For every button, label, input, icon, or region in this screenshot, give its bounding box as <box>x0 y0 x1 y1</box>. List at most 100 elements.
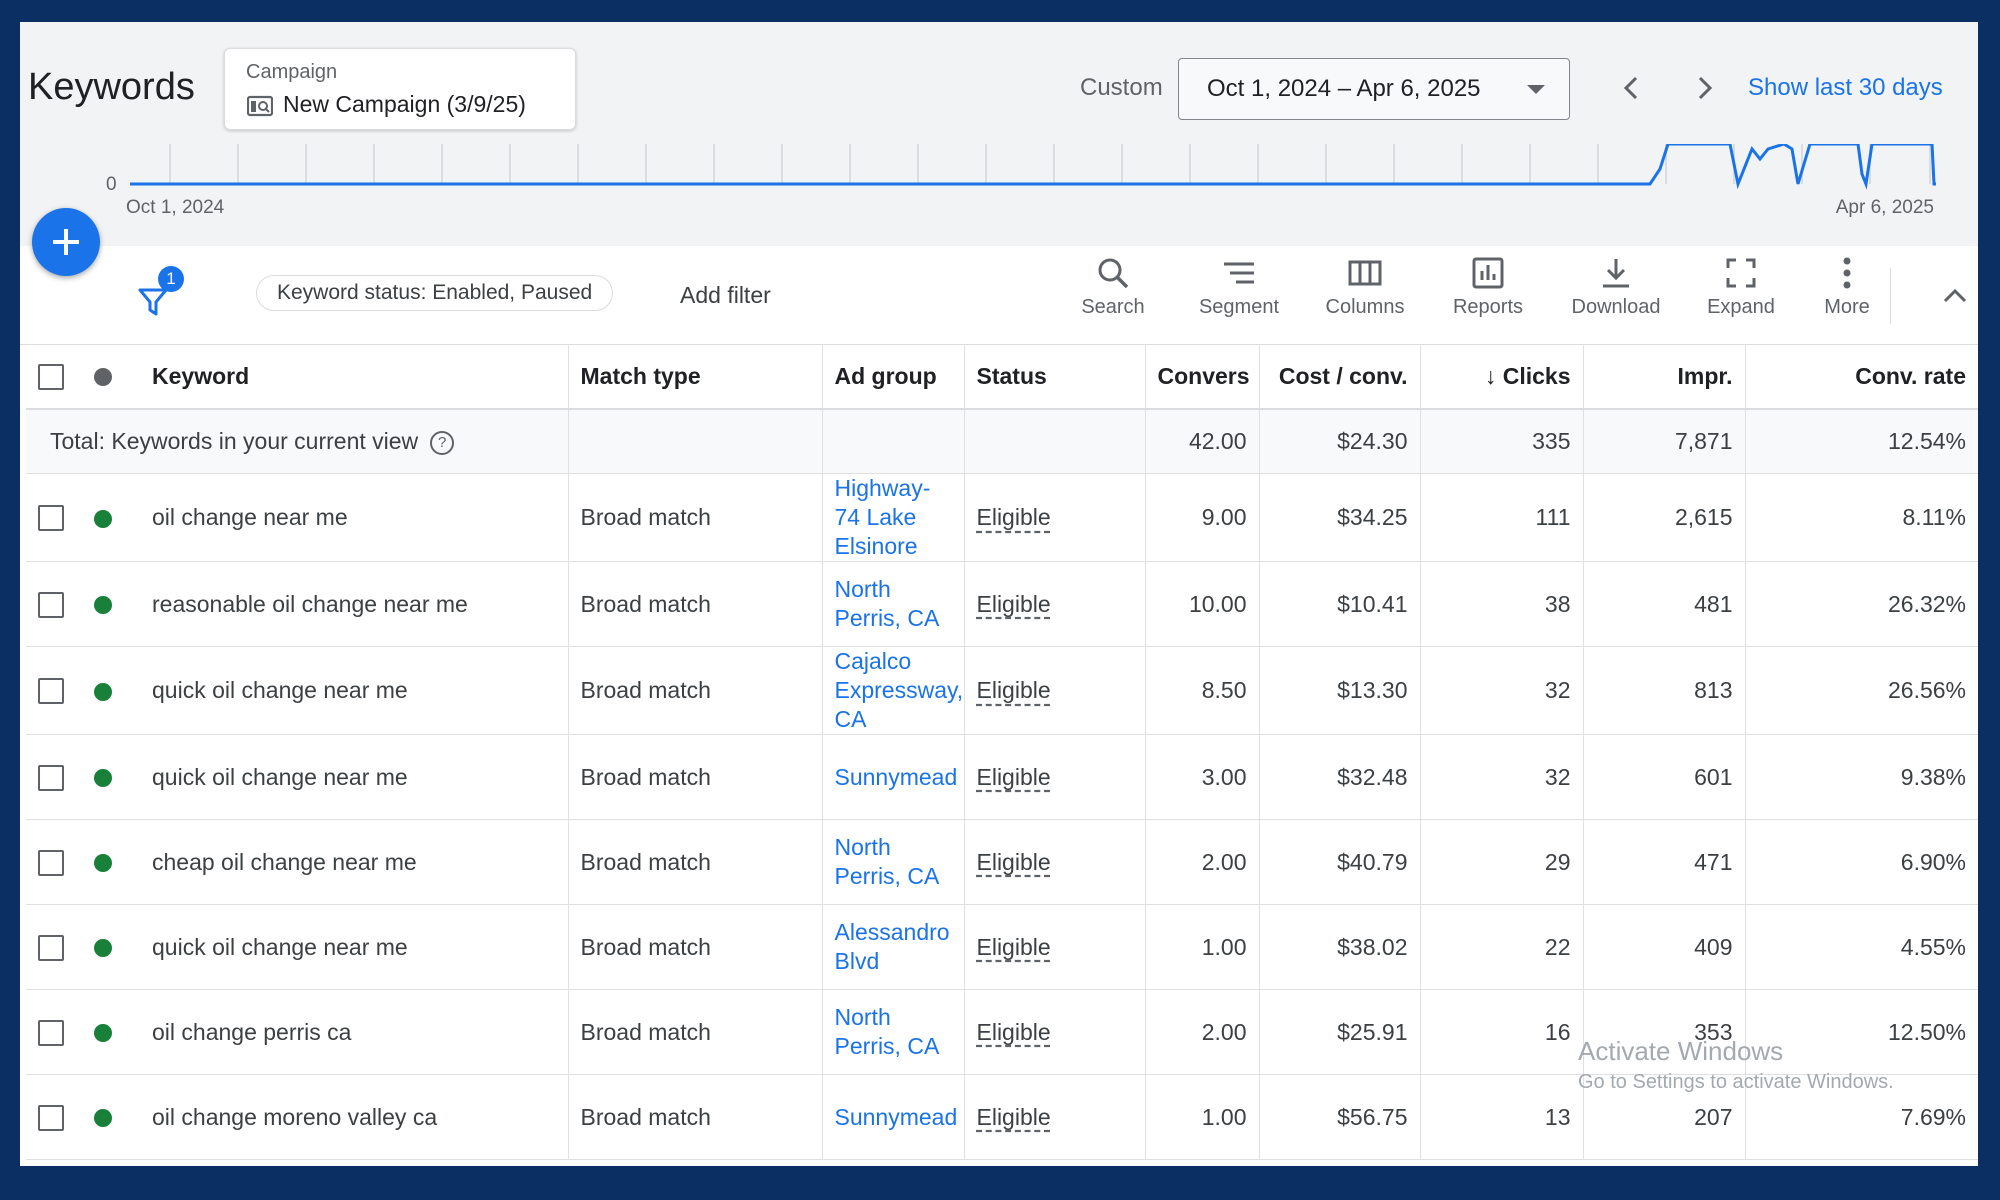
download-tool-button[interactable]: Download <box>1566 256 1666 319</box>
search-tool-button[interactable]: Search <box>1063 256 1163 319</box>
row-select-cell <box>26 904 82 990</box>
col-header-conversions[interactable]: Convers <box>1144 344 1259 410</box>
col-header-conv-rate[interactable]: Conv. rate <box>1744 344 1978 410</box>
select-all-checkbox[interactable] <box>38 363 64 390</box>
ad-group-link[interactable]: Highway-74 Lake Elsinore <box>835 475 931 559</box>
keyword-cell[interactable]: quick oil change near me <box>140 904 568 990</box>
help-icon[interactable]: ? <box>430 430 455 455</box>
status-eligible[interactable]: Eligible <box>977 677 1051 703</box>
more-tool-button[interactable]: More <box>1797 256 1897 319</box>
ad-group-link[interactable]: North Perris, CA <box>835 834 940 889</box>
row-select-cell <box>26 473 82 562</box>
col-header-clicks[interactable]: ↓ Clicks <box>1419 344 1583 410</box>
keywords-table-container: Keyword Match type Ad group Status Conve… <box>26 344 1978 1160</box>
conversions-cell: 10.00 <box>1144 561 1259 647</box>
status-eligible[interactable]: Eligible <box>977 504 1051 530</box>
ad-group-cell: Sunnymead <box>821 1074 964 1160</box>
match-type-cell: Broad match <box>567 989 822 1075</box>
expand-tool-button[interactable]: Expand <box>1691 256 1791 319</box>
filter-icon[interactable] <box>138 286 168 318</box>
total-label: Total: Keywords in your current view <box>50 428 419 454</box>
clicks-cell: 16 <box>1419 989 1583 1075</box>
ad-group-link[interactable]: Alessandro Blvd <box>835 919 950 974</box>
ad-group-link[interactable]: North Perris, CA <box>835 576 940 631</box>
columns-tool-button[interactable]: Columns <box>1315 256 1415 319</box>
cost-per-conv-cell: $56.75 <box>1258 1074 1420 1160</box>
row-checkbox[interactable] <box>38 591 64 618</box>
segment-tool-button[interactable]: Segment <box>1189 256 1289 319</box>
enabled-status-dot-icon[interactable] <box>94 854 112 873</box>
reports-tool-button[interactable]: Reports <box>1438 256 1538 319</box>
impr-cell: 601 <box>1582 734 1745 820</box>
ad-group-cell: Cajalco Expressway, CA <box>821 646 964 735</box>
ad-group-link[interactable]: Sunnymead <box>835 764 958 790</box>
table-row: quick oil change near me Broad match Caj… <box>26 646 1978 735</box>
row-checkbox[interactable] <box>38 1104 64 1131</box>
conv-rate-cell: 4.55% <box>1744 904 1978 990</box>
col-header-match-type[interactable]: Match type <box>567 344 822 410</box>
impr-cell: 409 <box>1582 904 1745 990</box>
enabled-status-dot-icon[interactable] <box>94 596 112 615</box>
ad-group-link[interactable]: Sunnymead <box>835 1104 958 1130</box>
ad-group-cell: Alessandro Blvd <box>821 904 964 990</box>
status-dot-icon[interactable] <box>94 368 112 387</box>
ad-group-link[interactable]: North Perris, CA <box>835 1004 940 1059</box>
status-eligible[interactable]: Eligible <box>977 1019 1051 1045</box>
enabled-status-dot-icon[interactable] <box>94 1109 112 1128</box>
ad-group-link[interactable]: Cajalco Expressway, CA <box>835 648 964 732</box>
table-row: cheap oil change near me Broad match Nor… <box>26 819 1978 905</box>
chart-x-end-label: Apr 6, 2025 <box>1835 197 1934 218</box>
row-status-cell <box>82 646 140 735</box>
keyword-cell[interactable]: reasonable oil change near me <box>140 561 568 647</box>
total-empty-cell <box>567 409 822 474</box>
ad-group-cell: Highway-74 Lake Elsinore <box>821 473 964 562</box>
status-eligible[interactable]: Eligible <box>977 934 1051 960</box>
performance-chart: 0 Oct 1, 2024 Apr 6, 2025 <box>20 144 1978 246</box>
keyword-cell[interactable]: oil change moreno valley ca <box>140 1074 568 1160</box>
row-status-cell <box>82 473 140 562</box>
keyword-cell[interactable]: oil change near me <box>140 473 568 562</box>
campaign-selector[interactable]: Campaign New Campaign (3/9/25) <box>224 48 576 130</box>
row-checkbox[interactable] <box>38 934 64 961</box>
keyword-status-filter-chip[interactable]: Keyword status: Enabled, Paused <box>256 275 614 311</box>
clicks-cell: 32 <box>1419 646 1583 735</box>
date-range-picker[interactable]: Oct 1, 2024 – Apr 6, 2025 <box>1178 58 1570 120</box>
add-filter-button[interactable]: Add filter <box>680 282 771 309</box>
row-checkbox[interactable] <box>38 678 64 705</box>
row-checkbox[interactable] <box>38 764 64 791</box>
enabled-status-dot-icon[interactable] <box>94 939 112 958</box>
status-eligible[interactable]: Eligible <box>977 764 1051 790</box>
col-header-ad-group[interactable]: Ad group <box>821 344 964 410</box>
add-keyword-button[interactable] <box>32 208 100 276</box>
col-header-status[interactable]: Status <box>963 344 1145 410</box>
show-last-30-days-link[interactable]: Show last 30 days <box>1748 74 1943 102</box>
enabled-status-dot-icon[interactable] <box>94 769 112 788</box>
chart-x-start-label: Oct 1, 2024 <box>126 197 225 218</box>
row-checkbox[interactable] <box>38 1019 64 1046</box>
status-eligible[interactable]: Eligible <box>977 1104 1051 1130</box>
row-checkbox[interactable] <box>38 849 64 876</box>
collapse-chevron-up-icon[interactable] <box>1940 284 1970 308</box>
row-checkbox[interactable] <box>38 505 64 532</box>
status-eligible[interactable]: Eligible <box>977 849 1051 875</box>
enabled-status-dot-icon[interactable] <box>94 509 112 528</box>
total-cost-per-conv: $24.30 <box>1258 409 1420 474</box>
col-header-impr[interactable]: Impr. <box>1582 344 1745 410</box>
keyword-cell[interactable]: oil change perris ca <box>140 989 568 1075</box>
total-empty-cell <box>963 409 1145 474</box>
previous-period-button[interactable] <box>1612 68 1652 108</box>
enabled-status-dot-icon[interactable] <box>94 682 112 701</box>
col-header-cost-per-conv[interactable]: Cost / conv. <box>1258 344 1420 410</box>
keyword-cell[interactable]: cheap oil change near me <box>140 819 568 905</box>
date-range-value: Oct 1, 2024 – Apr 6, 2025 <box>1207 75 1481 102</box>
enabled-status-dot-icon[interactable] <box>94 1024 112 1043</box>
download-icon <box>1603 259 1629 288</box>
keyword-cell[interactable]: quick oil change near me <box>140 646 568 735</box>
row-select-cell <box>26 734 82 820</box>
next-period-button[interactable] <box>1684 68 1724 108</box>
table-header-row: Keyword Match type Ad group Status Conve… <box>26 344 1978 410</box>
status-eligible[interactable]: Eligible <box>977 591 1051 617</box>
keyword-cell[interactable]: quick oil change near me <box>140 734 568 820</box>
status-cell: Eligible <box>963 989 1145 1075</box>
col-header-keyword[interactable]: Keyword <box>140 344 568 410</box>
